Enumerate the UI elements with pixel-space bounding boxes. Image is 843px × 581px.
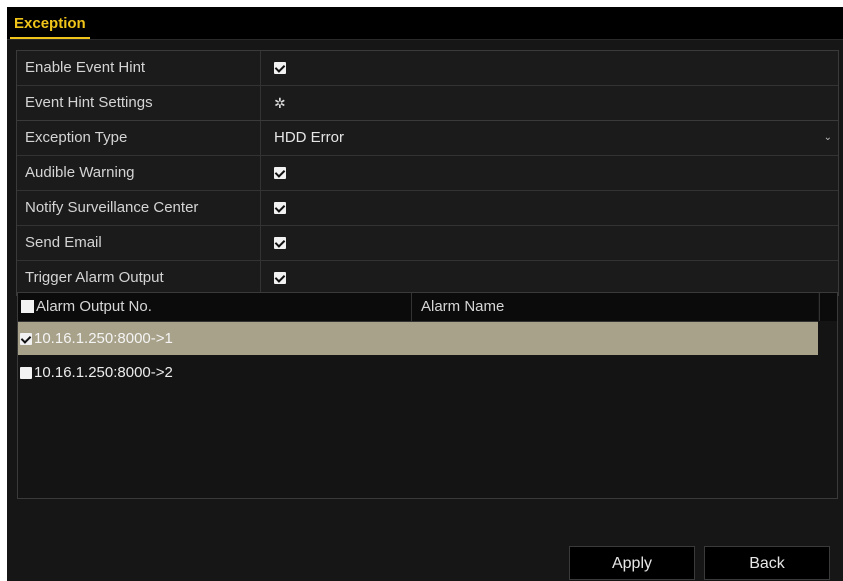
trigger-alarm-output-checkbox[interactable] bbox=[274, 271, 286, 284]
column-header-alarm-name: Alarm Name bbox=[421, 298, 505, 315]
alarm-output-table: Alarm Output No. Alarm Name 10.16.1.250:… bbox=[17, 292, 838, 499]
column-header-alarm-output-no: Alarm Output No. bbox=[21, 293, 412, 321]
event-hint-settings-row: Event Hint Settings ✲ bbox=[17, 86, 838, 120]
enable-event-hint-row: Enable Event Hint bbox=[17, 51, 838, 86]
send-email-label: Send Email bbox=[17, 226, 261, 260]
row-output-label: 10.16.1.250:8000->2 bbox=[34, 364, 173, 381]
chevron-down-icon: ⌄ bbox=[823, 132, 832, 143]
send-email-checkbox[interactable] bbox=[274, 236, 286, 249]
event-hint-group: Enable Event Hint Event Hint Settings ✲ bbox=[16, 50, 839, 121]
exception-settings-group: Exception Type HDD Error ⌄ Audible Warni… bbox=[16, 120, 839, 296]
column-label-alarm-output-no: Alarm Output No. bbox=[36, 298, 152, 315]
exception-type-value: HDD Error bbox=[274, 129, 344, 146]
table-row[interactable]: 10.16.1.250:8000->2 bbox=[18, 356, 818, 389]
trigger-alarm-output-row: Trigger Alarm Output bbox=[17, 261, 838, 295]
row-checkbox[interactable] bbox=[20, 333, 32, 346]
audible-warning-row: Audible Warning bbox=[17, 156, 838, 191]
table-row[interactable]: 10.16.1.250:8000->1 bbox=[18, 322, 818, 355]
exception-type-select[interactable]: HDD Error ⌄ bbox=[262, 121, 838, 155]
event-hint-settings-label: Event Hint Settings bbox=[17, 86, 261, 120]
enable-event-hint-label: Enable Event Hint bbox=[17, 51, 261, 85]
send-email-row: Send Email bbox=[17, 226, 838, 261]
select-all-checkbox[interactable] bbox=[21, 299, 34, 313]
table-scrollbar[interactable] bbox=[819, 293, 837, 321]
exception-window: Exception Enable Event Hint Event Hint S… bbox=[7, 7, 843, 581]
row-output-label: 10.16.1.250:8000->1 bbox=[34, 330, 173, 347]
table-header: Alarm Output No. Alarm Name bbox=[18, 293, 818, 322]
tab-exception[interactable]: Exception bbox=[10, 13, 90, 39]
row-checkbox[interactable] bbox=[20, 367, 32, 380]
exception-type-row: Exception Type HDD Error ⌄ bbox=[17, 121, 838, 156]
back-button[interactable]: Back bbox=[704, 546, 830, 580]
notify-surveillance-center-checkbox[interactable] bbox=[274, 201, 286, 214]
notify-surveillance-center-label: Notify Surveillance Center bbox=[17, 191, 261, 225]
apply-button[interactable]: Apply bbox=[569, 546, 695, 580]
trigger-alarm-output-label: Trigger Alarm Output bbox=[17, 261, 261, 295]
exception-type-label: Exception Type bbox=[17, 121, 261, 155]
gear-icon[interactable]: ✲ bbox=[274, 95, 286, 111]
notify-surveillance-center-row: Notify Surveillance Center bbox=[17, 191, 838, 226]
title-bar: Exception bbox=[7, 7, 843, 40]
audible-warning-label: Audible Warning bbox=[17, 156, 261, 190]
audible-warning-checkbox[interactable] bbox=[274, 166, 286, 179]
enable-event-hint-checkbox[interactable] bbox=[274, 61, 286, 74]
